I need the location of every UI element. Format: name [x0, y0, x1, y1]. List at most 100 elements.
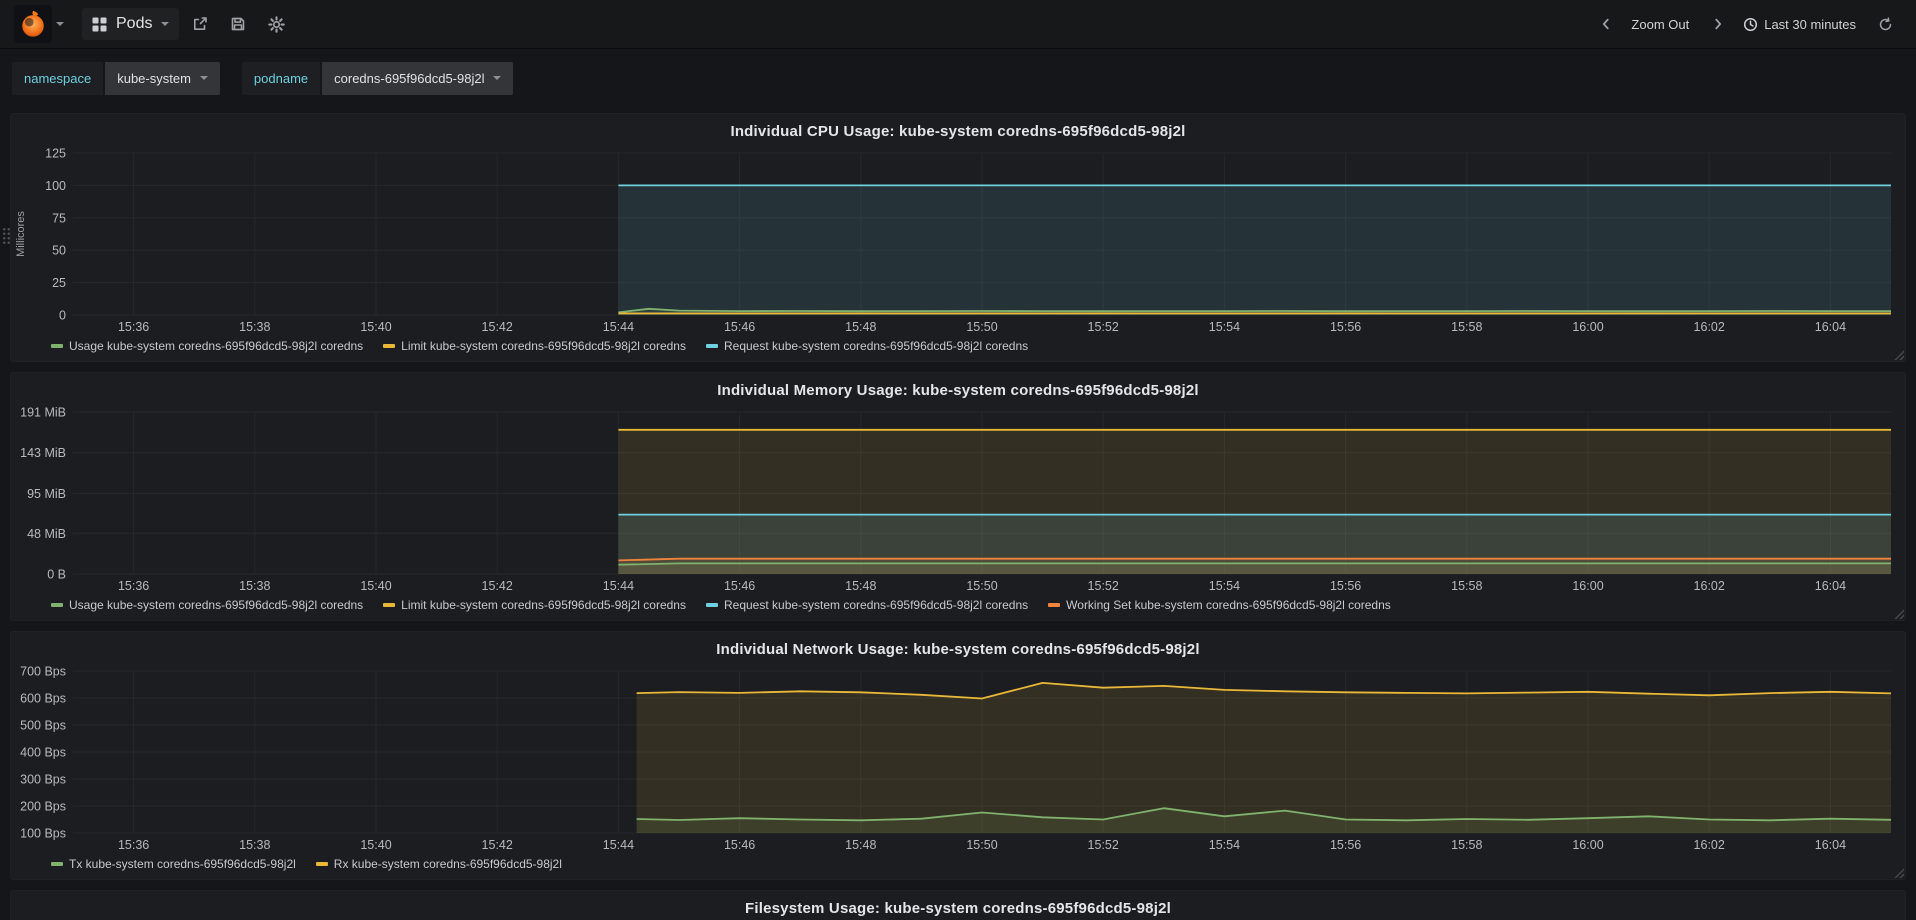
zoom-out-label: Zoom Out: [1631, 16, 1690, 32]
x-tick-label: 15:42: [482, 838, 513, 852]
legend-series-name: Usage kube-system coredns-695f96dcd5-98j…: [69, 338, 364, 353]
legend-series-swatch: [383, 343, 396, 348]
time-range-picker[interactable]: Last 30 minutes: [1735, 11, 1864, 38]
x-tick-label: 16:00: [1572, 579, 1603, 593]
legend-item[interactable]: Working Set kube-system coredns-695f96dc…: [1048, 598, 1391, 612]
legend-item[interactable]: Tx kube-system coredns-695f96dcd5-98j2l: [51, 857, 296, 871]
zoom-out-button[interactable]: Zoom Out: [1623, 11, 1697, 38]
x-tick-label: 15:40: [360, 320, 391, 334]
legend-series-swatch: [705, 602, 718, 607]
x-tick-label: 15:36: [118, 838, 149, 852]
save-button[interactable]: [221, 9, 255, 39]
legend-series-name: Limit kube-system coredns-695f96dcd5-98j…: [401, 597, 686, 612]
legend-series-name: Request kube-system coredns-695f96dcd5-9…: [723, 338, 1029, 353]
legend-item[interactable]: Usage kube-system coredns-695f96dcd5-98j…: [51, 339, 363, 353]
x-tick-label: 15:48: [845, 579, 876, 593]
y-tick-label: 600 Bps: [20, 692, 66, 706]
x-tick-label: 15:52: [1088, 838, 1119, 852]
panel-title[interactable]: Individual CPU Usage: kube-system coredn…: [11, 118, 1905, 145]
x-tick-label: 15:42: [482, 320, 513, 334]
memory-usage-graph[interactable]: 0 B 48 MiB 95 MiB 143 MiB 191 MiB 15:36 15:38 1…: [11, 404, 1905, 596]
legend-series-name: Rx kube-system coredns-695f96dcd5-98j2l: [333, 856, 562, 871]
legend-series-swatch: [51, 343, 63, 348]
x-tick-label: 16:04: [1815, 838, 1846, 852]
dashboard-title: Pods: [116, 15, 153, 32]
x-tick-label: 15:56: [1330, 320, 1361, 334]
share-icon: [194, 17, 208, 30]
y-tick-label: 700 Bps: [20, 665, 66, 679]
share-button[interactable]: [183, 9, 217, 39]
time-shift-forward-button[interactable]: [1701, 9, 1735, 39]
x-tick-label: 15:44: [603, 320, 634, 334]
legend-item[interactable]: Limit kube-system coredns-695f96dcd5-98j…: [383, 598, 686, 612]
dashboard-picker[interactable]: Pods: [82, 8, 180, 40]
panel-title[interactable]: Filesystem Usage: kube-system coredns-69…: [11, 895, 1905, 920]
y-tick-label: 75: [52, 211, 66, 225]
variable-podname: podname coredns-695f96dcd5-98j2l: [241, 61, 514, 95]
x-tick-label: 15:36: [118, 579, 149, 593]
legend-item[interactable]: Rx kube-system coredns-695f96dcd5-98j2l: [315, 856, 562, 871]
caret-down-icon: [199, 76, 208, 80]
legend-series-name: Tx kube-system coredns-695f96dcd5-98j2l: [69, 856, 296, 871]
x-tick-label: 15:56: [1330, 579, 1361, 593]
caret-down-icon: [493, 76, 502, 80]
x-tick-label: 15:46: [724, 838, 755, 852]
y-tick-label: 100: [45, 179, 66, 193]
y-tick-label: 100 Bps: [20, 827, 66, 841]
x-tick-label: 15:40: [360, 579, 391, 593]
legend-series-swatch: [315, 861, 328, 866]
panel-cpu-usage: Individual CPU Usage: kube-system coredn…: [10, 113, 1906, 362]
variable-podname-dropdown[interactable]: coredns-695f96dcd5-98j2l: [322, 61, 514, 95]
legend-item[interactable]: Usage kube-system coredns-695f96dcd5-98j…: [51, 598, 363, 612]
x-tick-label: 15:38: [239, 838, 270, 852]
time-shift-back-button[interactable]: [1589, 9, 1623, 39]
x-tick-label: 15:48: [845, 320, 876, 334]
x-tick-label: 16:02: [1694, 320, 1725, 334]
x-tick-label: 15:52: [1088, 320, 1119, 334]
legend-series-name: Usage kube-system coredns-695f96dcd5-98j…: [69, 597, 364, 612]
network-usage-graph[interactable]: 100 Bps 200 Bps 300 Bps 400 Bps 500 Bps 600 B…: [11, 663, 1905, 855]
legend-item[interactable]: Request kube-system coredns-695f96dcd5-9…: [705, 597, 1029, 612]
settings-button[interactable]: [259, 9, 293, 39]
x-tick-label: 15:50: [966, 320, 997, 334]
top-navbar: Pods Zoom Out Last 30 minutes: [0, 0, 1916, 49]
x-tick-label: 15:56: [1330, 838, 1361, 852]
template-variables-bar: namespace kube-system podname coredns-69…: [0, 49, 1916, 107]
legend-item[interactable]: Request kube-system coredns-695f96dcd5-9…: [705, 338, 1029, 353]
cpu-usage-graph[interactable]: 0 25 50 75 100 125 15:36 15:38 15:40 15:42 15:44 15…: [11, 145, 1905, 337]
refresh-icon: [1879, 16, 1891, 30]
legend-series-swatch: [705, 343, 718, 348]
x-tick-label: 15:40: [360, 838, 391, 852]
y-tick-label: 48 MiB: [27, 527, 66, 541]
legend-series-swatch: [1048, 602, 1061, 607]
chevron-right-icon: [1715, 18, 1722, 30]
panel-memory-usage: Individual Memory Usage: kube-system cor…: [10, 372, 1906, 621]
x-tick-label: 15:44: [603, 838, 634, 852]
grafana-logo[interactable]: [14, 5, 52, 43]
y-tick-label: 95 MiB: [27, 487, 66, 501]
variable-namespace: namespace kube-system: [12, 61, 220, 95]
network-usage-legend: Tx kube-system coredns-695f96dcd5-98j2l R…: [11, 855, 1905, 875]
panel-title[interactable]: Individual Network Usage: kube-system co…: [11, 636, 1905, 663]
variable-podname-label: podname: [241, 61, 321, 95]
x-tick-label: 16:02: [1694, 579, 1725, 593]
dashboard-panels: Individual CPU Usage: kube-system coredn…: [0, 107, 1916, 920]
legend-series-swatch: [51, 861, 63, 866]
refresh-button[interactable]: [1868, 9, 1902, 39]
legend-series-name: Request kube-system coredns-695f96dcd5-9…: [723, 597, 1029, 612]
y-tick-label: 191 MiB: [20, 406, 66, 420]
legend-item[interactable]: Limit kube-system coredns-695f96dcd5-98j…: [383, 339, 686, 353]
grafana-flame-icon: [22, 10, 44, 37]
legend-series-swatch: [383, 602, 396, 607]
y-tick-label: 25: [52, 276, 66, 290]
x-tick-label: 15:44: [603, 579, 634, 593]
main-menu-caret-icon[interactable]: [56, 22, 64, 26]
x-tick-label: 15:54: [1209, 320, 1240, 334]
variable-namespace-dropdown[interactable]: kube-system: [105, 61, 220, 95]
save-icon: [232, 17, 245, 31]
panel-title[interactable]: Individual Memory Usage: kube-system cor…: [11, 377, 1905, 404]
y-tick-label: 0: [59, 309, 66, 323]
memory-usage-legend: Usage kube-system coredns-695f96dcd5-98j…: [11, 596, 1905, 616]
panel-filesystem-usage: Filesystem Usage: kube-system coredns-69…: [10, 890, 1906, 920]
x-tick-label: 15:52: [1088, 579, 1119, 593]
